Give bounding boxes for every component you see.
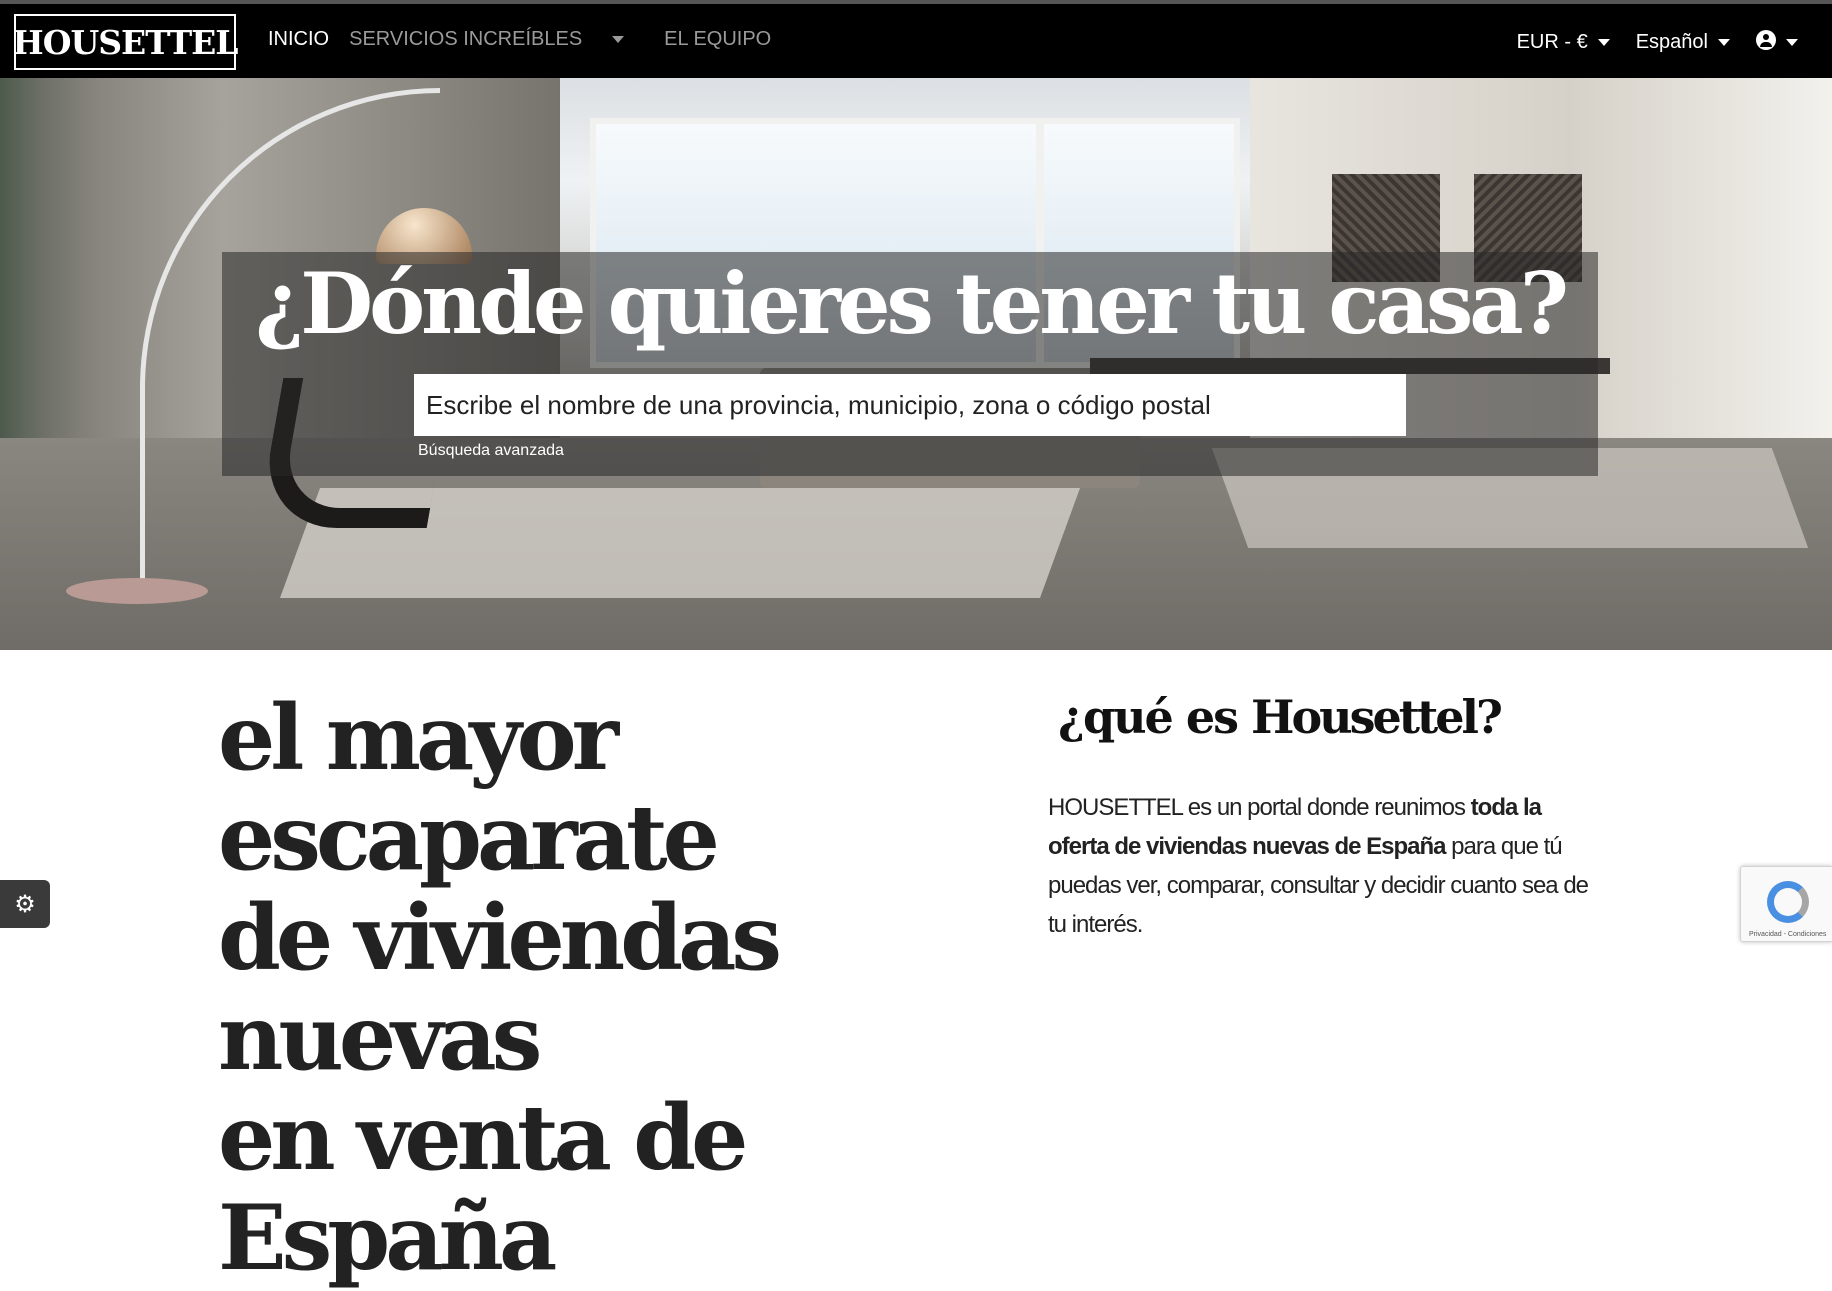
chevron-down-icon (1786, 39, 1798, 47)
what-is-title: ¿qué es Housettel? (1058, 690, 1503, 744)
hero-lamp-base (66, 578, 208, 604)
chevron-down-icon (612, 36, 625, 44)
what-is-prefix: ¿qué es (1058, 690, 1252, 744)
settings-button[interactable]: ⚙ (0, 880, 50, 928)
chevron-down-icon (1597, 38, 1610, 46)
top-navbar: HOUSETTEL INICIO SERVICIOS INCREÍBLES EL… (0, 0, 1832, 78)
gear-icon: ⚙ (14, 890, 36, 918)
hero-title: ¿Dónde quieres tener tu casa? (255, 254, 1569, 353)
recaptcha-privacy-text: Privacidad - Condiciones (1749, 931, 1827, 938)
description-text: HOUSETTEL es un portal donde reunimos (1048, 794, 1471, 821)
main-nav: INICIO SERVICIOS INCREÍBLES EL EQUIPO (268, 28, 791, 51)
user-circle-icon (1756, 30, 1776, 50)
headline-line: el mayor escaparate (218, 685, 720, 891)
language-label: Español (1635, 30, 1708, 53)
chevron-down-icon (1718, 38, 1730, 46)
right-nav: EUR - € Español (1491, 30, 1798, 54)
nav-item-servicios[interactable]: SERVICIOS INCREÍBLES (349, 28, 644, 51)
what-is-brand: Housettel? (1251, 690, 1503, 744)
main-headline: el mayor escaparate de viviendas nuevas … (218, 688, 1018, 1288)
user-menu[interactable] (1756, 30, 1798, 54)
language-dropdown[interactable]: Español (1636, 31, 1730, 54)
headline-line: de viviendas nuevas (218, 885, 782, 1091)
recaptcha-icon (1767, 881, 1809, 923)
nav-item-inicio[interactable]: INICIO (268, 28, 329, 51)
currency-dropdown[interactable]: EUR - € (1517, 31, 1610, 54)
nav-item-equipo[interactable]: EL EQUIPO (664, 28, 771, 51)
about-description: HOUSETTEL es un portal donde reunimos to… (1048, 788, 1589, 944)
advanced-search-link[interactable]: Búsqueda avanzada (418, 442, 564, 460)
location-search-input[interactable] (414, 374, 1406, 436)
nav-item-servicios-label: SERVICIOS INCREÍBLES (349, 28, 583, 50)
recaptcha-badge[interactable]: Privacidad - Condiciones (1740, 866, 1832, 942)
currency-label: EUR - € (1516, 30, 1588, 53)
headline-line: en venta de España (218, 1085, 748, 1291)
site-logo[interactable]: HOUSETTEL (13, 14, 239, 70)
